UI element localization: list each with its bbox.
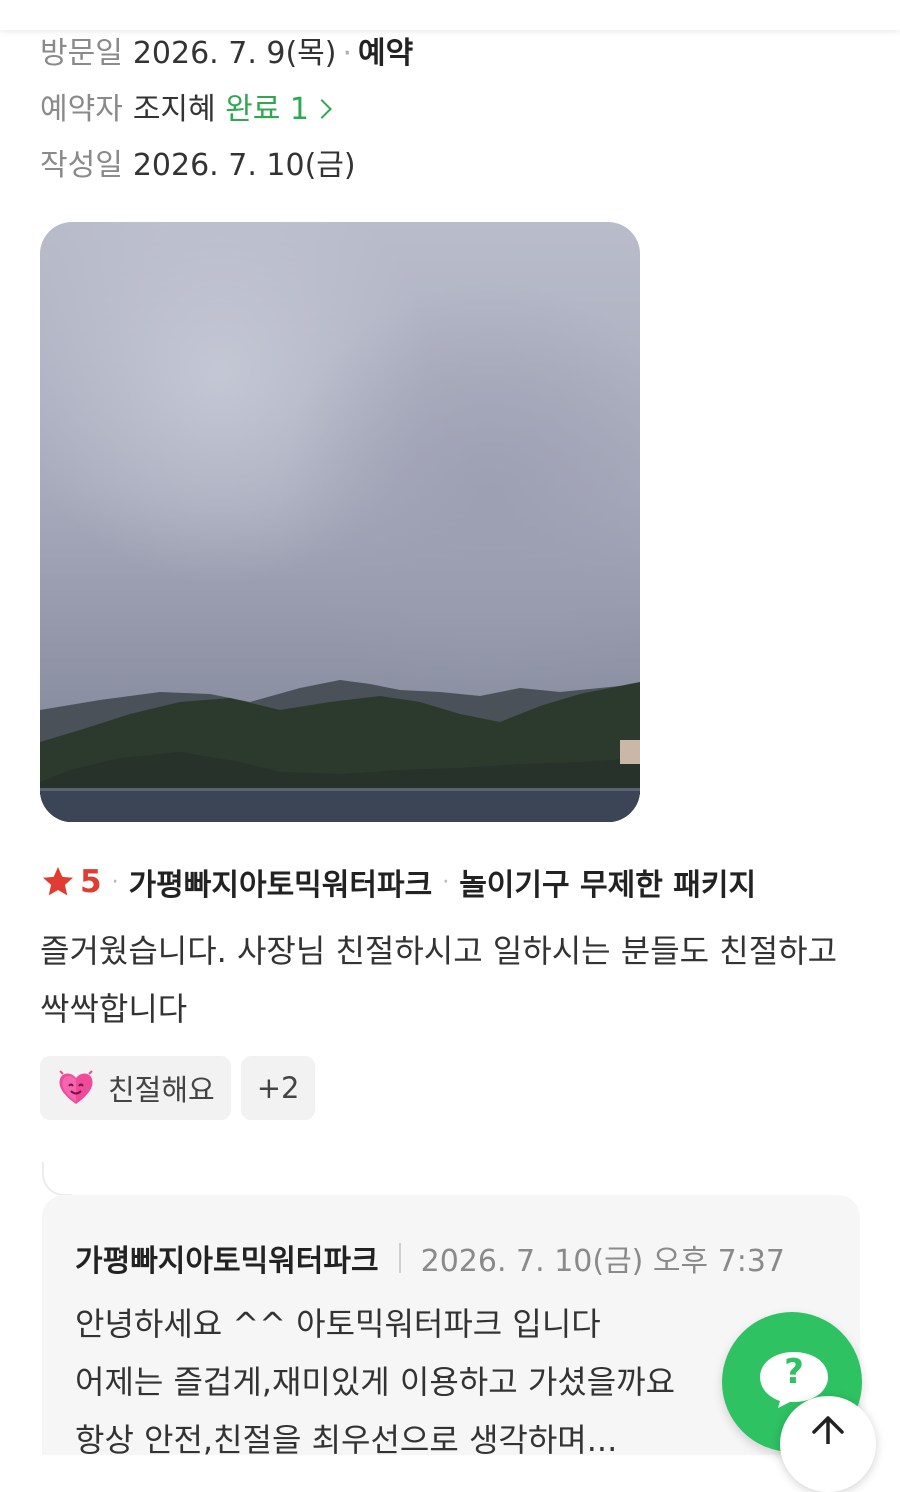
reserver-label: 예약자 [40,92,123,127]
dot-separator: · [442,869,450,895]
scroll-to-top-button[interactable] [780,1396,876,1492]
more-tags-button[interactable]: +2 [240,1056,316,1120]
reply-header: 가평빠지아토믹워터파크 2026. 7. 10(금) 오후 7:37 [75,1236,785,1280]
place-name: 가평빠지아토믹워터파크 [128,868,433,903]
reply-connector [42,1162,72,1196]
reply-author: 가평빠지아토믹워터파크 [75,1244,379,1279]
tag-kind[interactable]: 친절해요 [40,1056,231,1120]
keyword-tags: 친절해요 +2 [40,1056,316,1120]
reservation-status: 완료 1 [225,92,309,127]
star-icon [43,867,73,896]
dot-separator: · [342,36,353,71]
review-photo[interactable] [40,222,640,822]
review-text: 즐거웠습니다. 사장님 친절하시고 일하시는 분들도 친절하고 싹싹합니다 [40,932,838,1028]
written-date: 2026. 7. 10(금) [132,148,356,183]
smiling-heart-icon [59,1070,93,1104]
more-tags-count: +2 [256,1071,300,1105]
visit-date: 2026. 7. 9(목) [132,36,337,71]
dot-separator: · [111,869,119,895]
visit-type: 예약 [358,36,414,71]
visit-date-line: 방문일 2026. 7. 9(목) · 예약 [40,34,413,74]
written-label: 작성일 [40,148,123,183]
reservation-complete-link[interactable]: 완료 1 [225,92,332,127]
rating-score: 5 [80,864,102,900]
divider [398,1243,401,1273]
top-bar [0,0,900,30]
product-name: 놀이기구 무제한 패키지 [459,868,757,903]
help-question-mark: ? [784,1352,804,1392]
rating-row: 5 · 가평빠지아토믹워터파크 · 놀이기구 무제한 패키지 [40,860,756,904]
reserver-name: 조지혜 [132,92,216,127]
tag-label: 친절해요 [108,1073,215,1107]
chevron-right-icon [312,99,332,119]
reserver-line: 예약자 조지혜 완료 1 [40,90,332,130]
written-date-line: 작성일 2026. 7. 10(금) [40,146,356,186]
reply-date: 2026. 7. 10(금) 오후 7:37 [420,1244,786,1279]
visit-label: 방문일 [40,36,123,71]
